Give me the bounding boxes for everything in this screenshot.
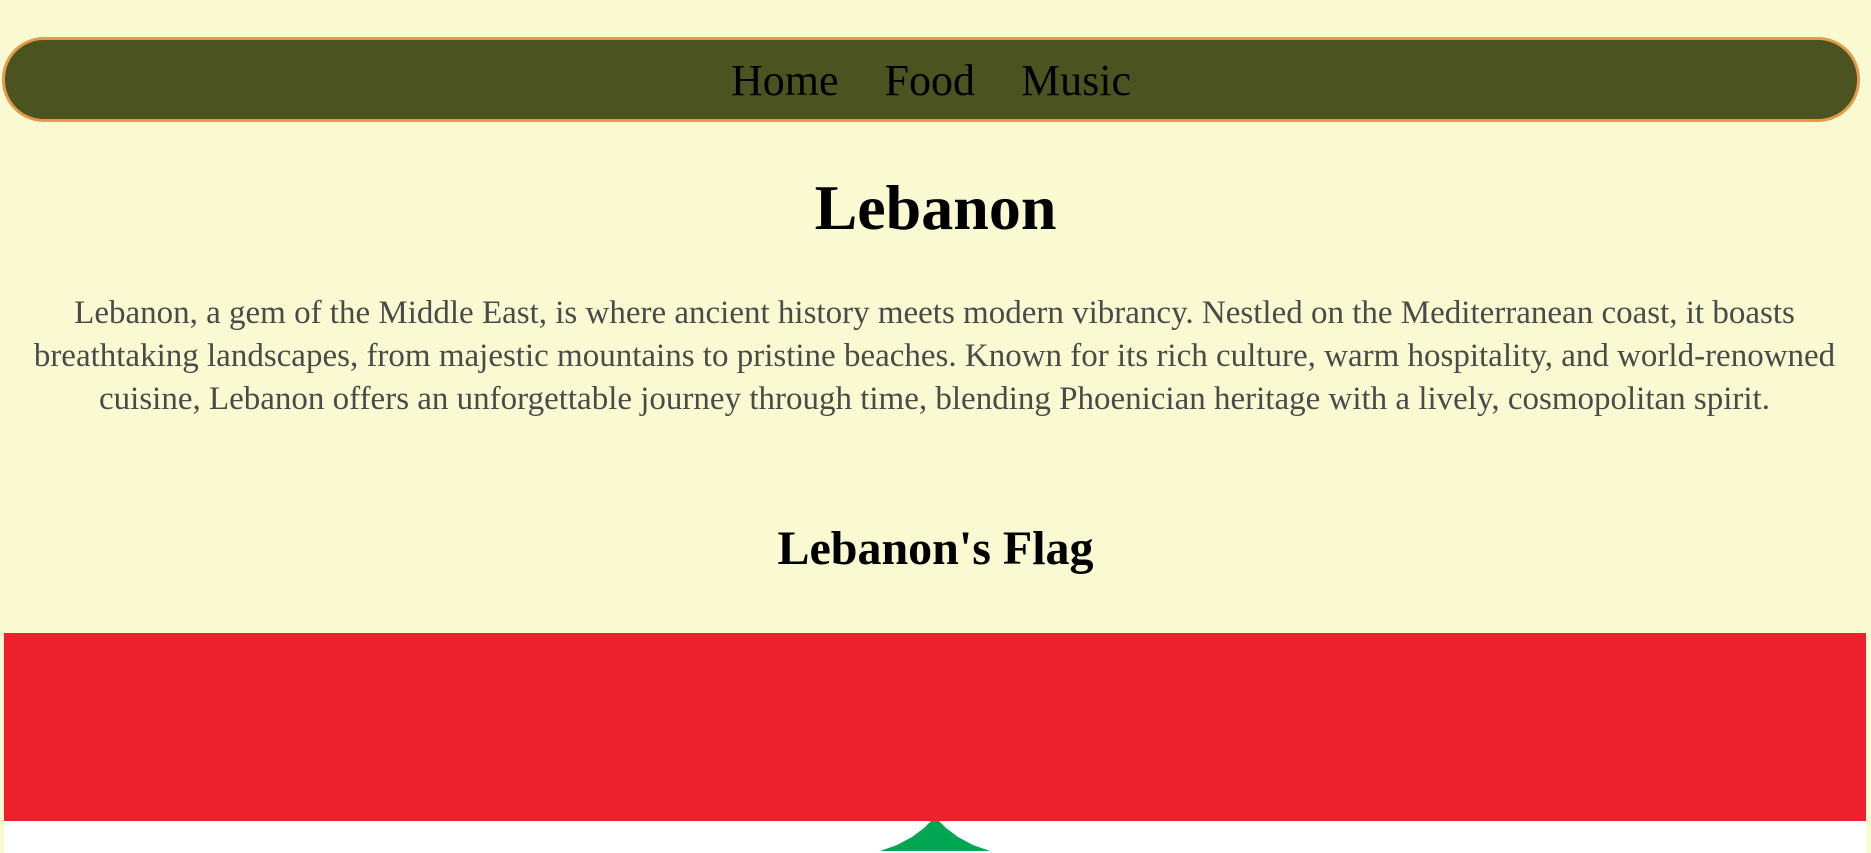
cedar-tree-icon <box>880 821 990 851</box>
page: Home Food Music Lebanon Lebanon, a gem o… <box>0 0 1871 853</box>
nav-link-music[interactable]: Music <box>1021 58 1131 103</box>
lebanon-flag-image <box>4 633 1866 853</box>
nav-link-food[interactable]: Food <box>885 58 975 103</box>
nav-link-home[interactable]: Home <box>731 58 839 103</box>
page-title: Lebanon <box>814 172 1057 243</box>
intro-paragraph: Lebanon, a gem of the Middle East, is wh… <box>33 295 1836 417</box>
flag-heading: Lebanon's Flag <box>777 522 1094 575</box>
navbar: Home Food Music <box>2 37 1860 122</box>
flag-red-stripe <box>4 633 1866 821</box>
